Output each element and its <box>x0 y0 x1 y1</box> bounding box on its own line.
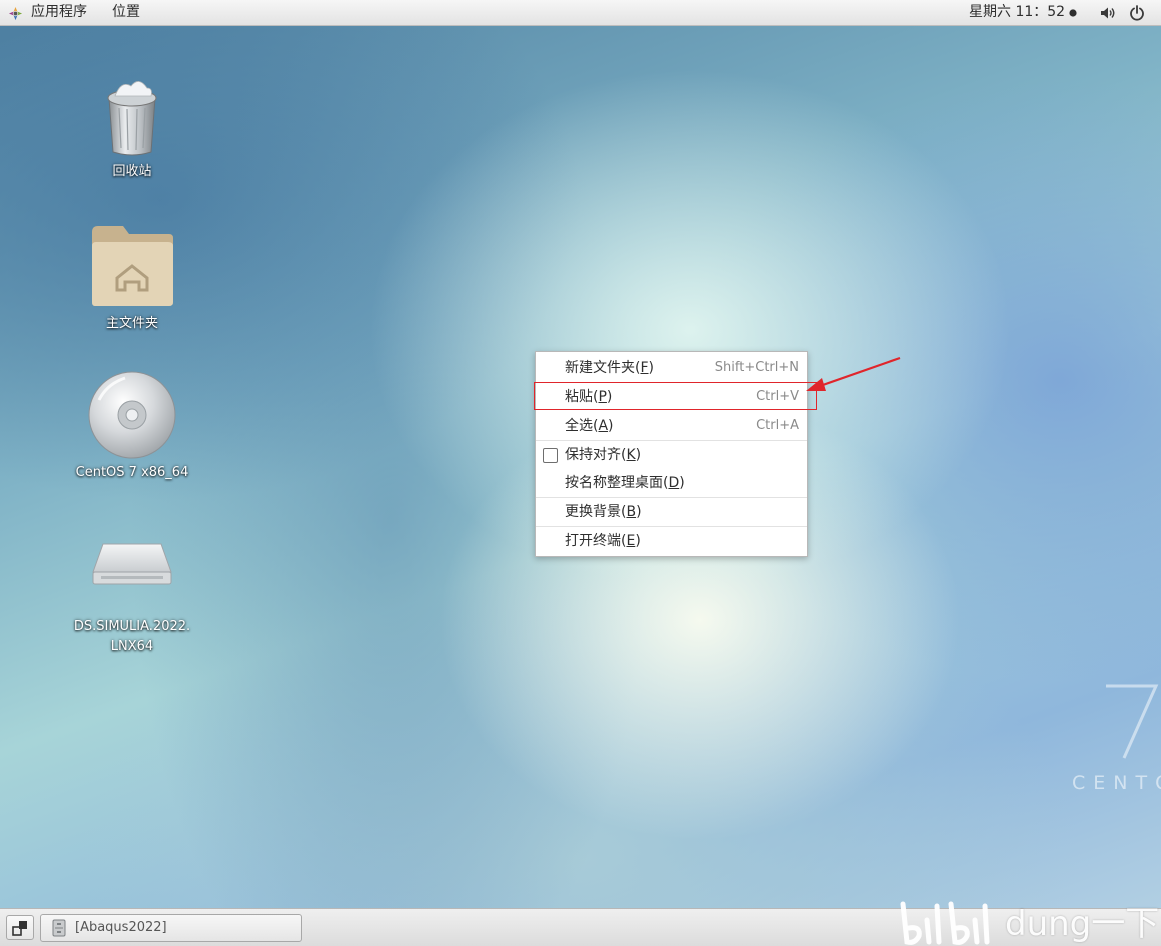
menu-item-change-background[interactable]: 更换背景(B) <box>536 498 807 526</box>
centos-seven-icon <box>1106 684 1159 759</box>
watermark-text: dung一下 <box>1005 904 1160 944</box>
home-folder-icon <box>92 226 173 306</box>
menu-item-label: 打开终端(E) <box>565 533 641 549</box>
drive-icon <box>92 543 172 585</box>
keep-aligned-checkbox[interactable] <box>543 448 558 463</box>
menu-item-label: 更换背景(B) <box>565 504 642 520</box>
menu-item-label: 新建文件夹(F) <box>565 360 654 376</box>
centos-wordmark: CENTO <box>1072 772 1161 794</box>
desktop-icon-label: CentOS 7 x86_64 <box>75 465 189 480</box>
menu-item-organize-by-name[interactable]: 按名称整理桌面(D) <box>536 469 807 497</box>
desktop-icon-label: 回收站 <box>112 164 152 179</box>
menu-item-select-all[interactable]: 全选(A) Ctrl+A <box>536 412 807 440</box>
places-menu[interactable]: 位置 <box>112 3 140 21</box>
desktop-screen: 应用程序 位置 星期六 11：52 回收站 主文件夹 CentOS 7 x86_… <box>0 0 1161 946</box>
menu-item-keep-aligned[interactable]: 保持对齐(K) <box>536 441 807 469</box>
clock[interactable]: 星期六 11：52 <box>969 3 1065 21</box>
clock-dot-icon <box>1069 9 1077 17</box>
disc-icon <box>88 371 176 459</box>
trash-icon <box>107 81 157 156</box>
desktop-icon-label-line2: LNX64 <box>110 639 154 654</box>
menu-item-open-terminal[interactable]: 打开终端(E) <box>536 527 807 555</box>
taskbar-item-label: [Abaqus2022] <box>75 920 167 935</box>
show-desktop-icon <box>12 921 27 936</box>
desktop-icon-disc[interactable]: CentOS 7 x86_64 <box>67 370 197 483</box>
desktop-icon-drive[interactable]: DS.SIMULIA.2022. LNX64 <box>67 538 197 657</box>
desktop-icon-label: 主文件夹 <box>105 316 158 331</box>
bilibili-logo-icon <box>900 901 990 945</box>
volume-icon[interactable] <box>1100 6 1116 20</box>
top-panel: 应用程序 位置 星期六 11：52 <box>0 0 1161 26</box>
file-cabinet-icon <box>52 919 66 937</box>
apps-icon[interactable] <box>8 6 23 21</box>
paste-highlight-box <box>534 382 817 410</box>
menu-item-label: 全选(A) <box>565 418 614 434</box>
desktop-icon-home[interactable]: 主文件夹 <box>67 224 197 334</box>
annotation-arrow-icon <box>806 356 901 391</box>
menu-item-accel: Shift+Ctrl+N <box>714 360 799 375</box>
desktop-icon-label-line1: DS.SIMULIA.2022. <box>73 619 191 634</box>
menu-item-new-folder[interactable]: 新建文件夹(F) Shift+Ctrl+N <box>536 354 807 382</box>
menu-item-accel: Ctrl+A <box>756 418 799 433</box>
applications-menu[interactable]: 应用程序 <box>31 3 87 21</box>
desktop-icon-trash[interactable]: 回收站 <box>67 74 197 182</box>
power-icon[interactable] <box>1129 5 1145 21</box>
show-desktop-button[interactable] <box>6 915 34 940</box>
taskbar-window-abaqus[interactable]: [Abaqus2022] <box>40 914 302 942</box>
menu-item-label: 保持对齐(K) <box>565 447 642 463</box>
menu-item-label: 按名称整理桌面(D) <box>565 475 685 491</box>
